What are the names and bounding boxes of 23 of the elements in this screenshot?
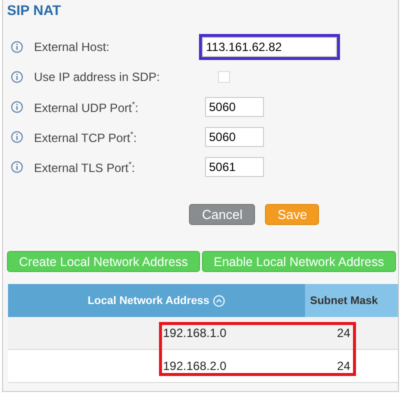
field-label: External Host: — [34, 40, 110, 54]
text-field[interactable]: 113.161.62.82 — [202, 37, 337, 57]
info-icon[interactable] — [11, 101, 23, 113]
sort-up-icon[interactable] — [213, 294, 226, 306]
table-cell: 24 — [337, 326, 350, 340]
text-field[interactable]: 5060 — [205, 127, 264, 147]
text-field[interactable]: 5060 — [205, 97, 264, 117]
info-icon[interactable] — [11, 161, 23, 173]
table-cell: 192.168.2.0 — [163, 359, 226, 373]
field-label: Use IP address in SDP: — [34, 70, 161, 84]
checkbox[interactable] — [218, 71, 230, 83]
column-header[interactable]: Subnet Mask — [305, 284, 398, 317]
table-cell: 192.168.1.0 — [163, 326, 226, 340]
text-field[interactable]: 5061 — [205, 157, 264, 177]
cancel-button[interactable]: Cancel — [189, 204, 256, 225]
table-cell: 24 — [337, 359, 350, 373]
section-title: SIP NAT — [6, 1, 62, 20]
field-label: External TCP Port$^{*}$: — [34, 130, 138, 144]
field-label: External UDP Port$^{*}$: — [34, 100, 140, 114]
field-label: External TLS Port$^{*}$: — [34, 160, 136, 174]
info-icon[interactable] — [11, 41, 23, 53]
info-icon[interactable] — [11, 71, 23, 83]
info-icon[interactable] — [11, 131, 23, 143]
